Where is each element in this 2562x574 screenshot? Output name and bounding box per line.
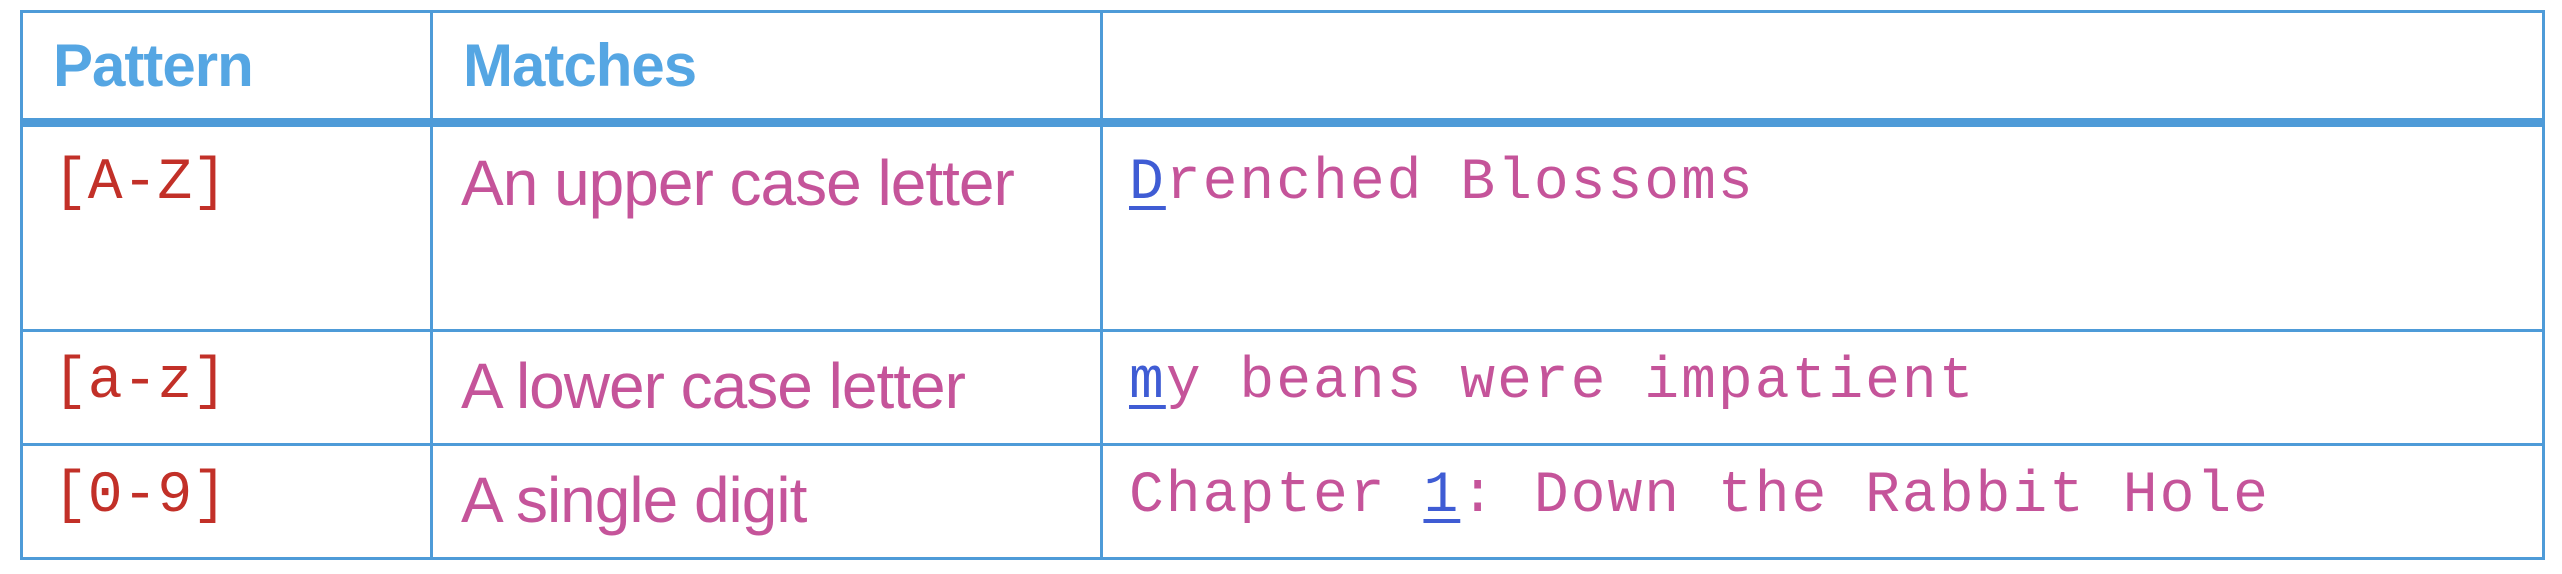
table-row: [0-9] A single digit Chapter 1: Down the… [20,442,2545,561]
example-cell: my beans were impatient [1100,328,2545,446]
matches-description-cell: An upper case letter [430,121,1103,332]
matched-character: 1 [1423,463,1461,529]
header-matches: Matches [430,10,1103,127]
header-pattern: Pattern [20,10,433,127]
header-example [1100,10,2545,127]
matches-description-cell: A lower case letter [430,328,1103,446]
example-prefix: Chapter [1129,463,1424,529]
example-cell: Drenched Blossoms [1100,121,2545,332]
regex-pattern-table: Pattern Matches [A-Z] An upper case lett… [20,10,2545,561]
table-row: [A-Z] An upper case letter Drenched Blos… [20,121,2545,332]
example-remainder: : Down the Rabbit Hole [1460,463,2270,529]
matches-description-cell: A single digit [430,442,1103,561]
pattern-cell: [A-Z] [20,121,433,332]
matched-character: m [1129,349,1166,415]
matched-character: D [1129,151,1166,216]
example-remainder: renched Blossoms [1165,151,1755,216]
pattern-cell: [a-z] [20,328,433,446]
pattern-cell: [0-9] [20,442,433,561]
table-header-row: Pattern Matches [20,10,2545,127]
table-row: [a-z] A lower case letter my beans were … [20,328,2545,446]
example-cell: Chapter 1: Down the Rabbit Hole [1100,442,2545,561]
example-remainder: y beans were impatient [1165,349,1976,415]
